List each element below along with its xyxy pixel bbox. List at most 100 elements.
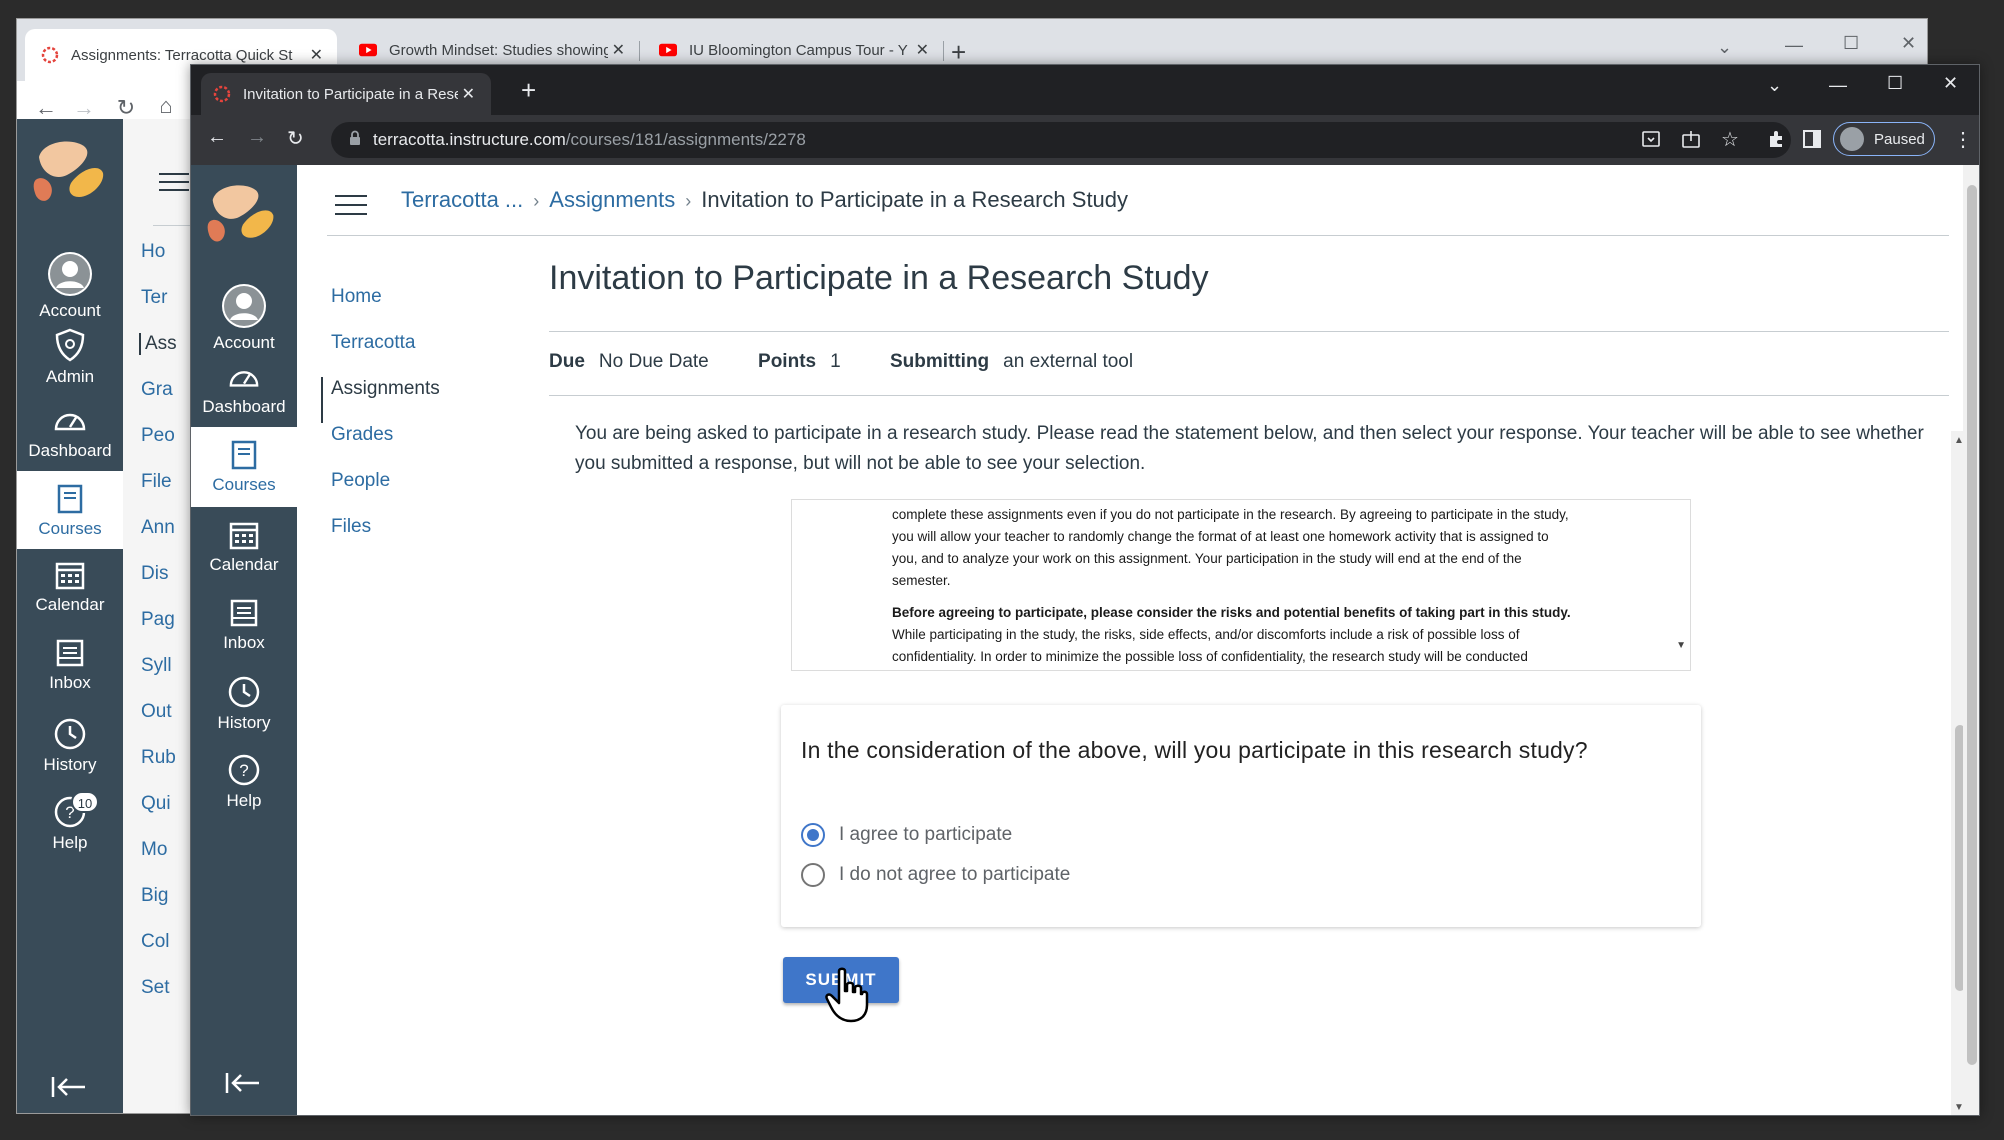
global-nav-courses[interactable]: Courses — [191, 427, 297, 507]
bg-course-nav-item[interactable]: File — [141, 471, 172, 493]
bg-course-nav-item[interactable]: Big — [141, 885, 168, 907]
home-icon[interactable]: ⌂ — [153, 95, 179, 117]
radio-agree[interactable] — [801, 823, 825, 847]
global-nav-help[interactable]: ? Help 10 — [17, 791, 123, 853]
close-window-icon[interactable]: ✕ — [1901, 33, 1916, 54]
breadcrumb-course[interactable]: Terracotta ... — [401, 187, 523, 212]
question-card: In the consideration of the above, will … — [781, 705, 1701, 927]
bg-course-nav-item[interactable]: Out — [141, 701, 172, 723]
maximize-icon[interactable]: ☐ — [1843, 33, 1859, 54]
option-agree[interactable]: I agree to participate — [801, 823, 1012, 847]
maximize-icon[interactable]: ☐ — [1887, 73, 1903, 94]
bg-course-nav-item[interactable]: Col — [141, 931, 170, 953]
close-window-icon[interactable]: ✕ — [1943, 73, 1958, 94]
page-scrollbar[interactable] — [1963, 165, 1979, 1115]
url-host: terracotta.instructure.com — [373, 130, 566, 149]
breadcrumb: Terracotta ... › Assignments › Invitation to… — [401, 187, 1128, 213]
due-value: No Due Date — [598, 351, 709, 372]
minimize-icon[interactable]: — — [1785, 35, 1803, 56]
share-icon[interactable] — [1681, 129, 1701, 154]
page-scrollbar-thumb[interactable] — [1967, 185, 1977, 1065]
speedometer-icon — [229, 371, 259, 387]
reload-icon[interactable]: ↻ — [287, 126, 304, 151]
global-nav-account[interactable]: Account — [17, 251, 123, 321]
bg-course-nav-item[interactable]: Mo — [141, 839, 167, 861]
reload-icon[interactable]: ↻ — [113, 97, 139, 119]
collapse-nav-icon[interactable] — [51, 1075, 87, 1104]
global-nav-dashboard[interactable]: Dashboard — [191, 361, 297, 417]
new-tab-button[interactable]: + — [521, 75, 536, 106]
global-nav-inbox[interactable]: Inbox — [191, 597, 297, 653]
bg-course-nav-item[interactable]: Syll — [141, 655, 172, 677]
hamburger-icon[interactable] — [159, 173, 189, 193]
global-nav-calendar[interactable]: Calendar — [17, 559, 123, 615]
canvas-icon — [213, 85, 231, 103]
more-menu-icon[interactable]: ⋮ — [1953, 127, 1973, 152]
scroll-down-icon[interactable]: ▼ — [1676, 640, 1686, 651]
install-icon[interactable] — [1641, 129, 1661, 154]
global-nav: Account Dashboard Courses Calendar Inbox… — [191, 165, 297, 1115]
svg-text:?: ? — [239, 761, 248, 780]
bg-course-nav-item[interactable]: Gra — [141, 379, 173, 401]
bg-course-nav-item[interactable]: Peo — [141, 425, 175, 447]
minimize-icon[interactable]: — — [1829, 75, 1847, 96]
back-arrow-icon[interactable]: ← — [207, 126, 227, 149]
star-icon[interactable]: ☆ — [1721, 127, 1739, 152]
profile-paused-button[interactable]: Paused — [1833, 122, 1935, 156]
option-disagree[interactable]: I do not agree to participate — [801, 863, 1070, 887]
consent-statement-frame[interactable]: complete these assignments even if you d… — [791, 499, 1691, 671]
bg-course-nav-item[interactable]: Set — [141, 977, 170, 999]
close-icon[interactable]: ✕ — [608, 40, 629, 60]
global-nav-dashboard[interactable]: Dashboard — [17, 403, 123, 461]
course-nav-files[interactable]: Files — [321, 515, 521, 561]
address-bar[interactable]: terracotta.instructure.com/courses/181/a… — [331, 122, 1791, 158]
forward-arrow-icon[interactable]: → — [71, 97, 97, 119]
global-nav-account[interactable]: Account — [191, 283, 297, 353]
url-path: /courses/181/assignments/2278 — [565, 130, 806, 149]
course-nav-home[interactable]: Home — [321, 285, 521, 331]
global-nav-calendar[interactable]: Calendar — [191, 519, 297, 575]
course-nav-assignments[interactable]: Assignments — [321, 377, 521, 423]
global-nav-admin[interactable]: Admin — [17, 327, 123, 387]
bg-tab-iu-campus-tour[interactable]: IU Bloomington Campus Tour - Y ✕ — [645, 33, 941, 67]
lock-icon — [349, 130, 361, 151]
collapse-nav-icon[interactable] — [225, 1071, 261, 1100]
intro-text: You are being asked to participate in a … — [575, 423, 1924, 474]
foreground-tab-bar: Invitation to Participate in a Rese ✕ + … — [191, 65, 1979, 115]
canvas-logo-icon — [33, 135, 107, 220]
close-icon[interactable]: ✕ — [458, 84, 479, 104]
bg-course-nav-item[interactable]: Ter — [141, 287, 167, 309]
close-icon[interactable]: ✕ — [912, 40, 933, 60]
bg-course-nav-item[interactable]: Pag — [141, 609, 175, 631]
bg-course-nav-item[interactable]: Qui — [141, 793, 171, 815]
inbox-icon — [56, 639, 84, 667]
background-global-nav: Account Admin Dashboard Courses Calendar… — [17, 119, 123, 1113]
inbox-icon — [230, 599, 258, 627]
radio-disagree[interactable] — [801, 863, 825, 887]
global-nav-help[interactable]: ? Help — [191, 753, 297, 811]
hamburger-icon[interactable] — [335, 195, 367, 215]
consent-text: complete these assignments even if you d… — [892, 507, 1571, 664]
forward-arrow-icon[interactable]: → — [247, 126, 267, 149]
close-icon[interactable]: ✕ — [306, 45, 327, 65]
back-arrow-icon[interactable]: ← — [33, 97, 59, 119]
breadcrumb-assignments[interactable]: Assignments — [549, 187, 675, 212]
global-nav-courses[interactable]: Courses — [17, 471, 123, 549]
course-nav-terracotta[interactable]: Terracotta — [321, 331, 521, 377]
global-nav-inbox[interactable]: Inbox — [17, 637, 123, 693]
chevron-down-icon[interactable]: ⌄ — [1767, 75, 1782, 96]
bg-course-nav-item[interactable]: Dis — [141, 563, 168, 585]
bg-course-nav-item[interactable]: Ho — [141, 241, 165, 263]
chevron-down-icon[interactable]: ⌄ — [1717, 37, 1732, 58]
global-nav-history[interactable]: History — [17, 717, 123, 775]
fg-tab-invitation[interactable]: Invitation to Participate in a Rese ✕ — [201, 73, 491, 115]
bg-course-nav-item[interactable]: Ann — [141, 517, 175, 539]
course-nav-people[interactable]: People — [321, 469, 521, 515]
bg-course-nav-item[interactable]: Ass — [139, 333, 177, 355]
bg-tab-growth-mindset[interactable]: Growth Mindset: Studies showing ✕ — [345, 33, 637, 67]
extensions-icon[interactable] — [1767, 129, 1787, 154]
course-nav-grades[interactable]: Grades — [321, 423, 521, 469]
side-panel-icon[interactable] — [1803, 129, 1821, 154]
bg-course-nav-item[interactable]: Rub — [141, 747, 176, 769]
global-nav-history[interactable]: History — [191, 675, 297, 733]
